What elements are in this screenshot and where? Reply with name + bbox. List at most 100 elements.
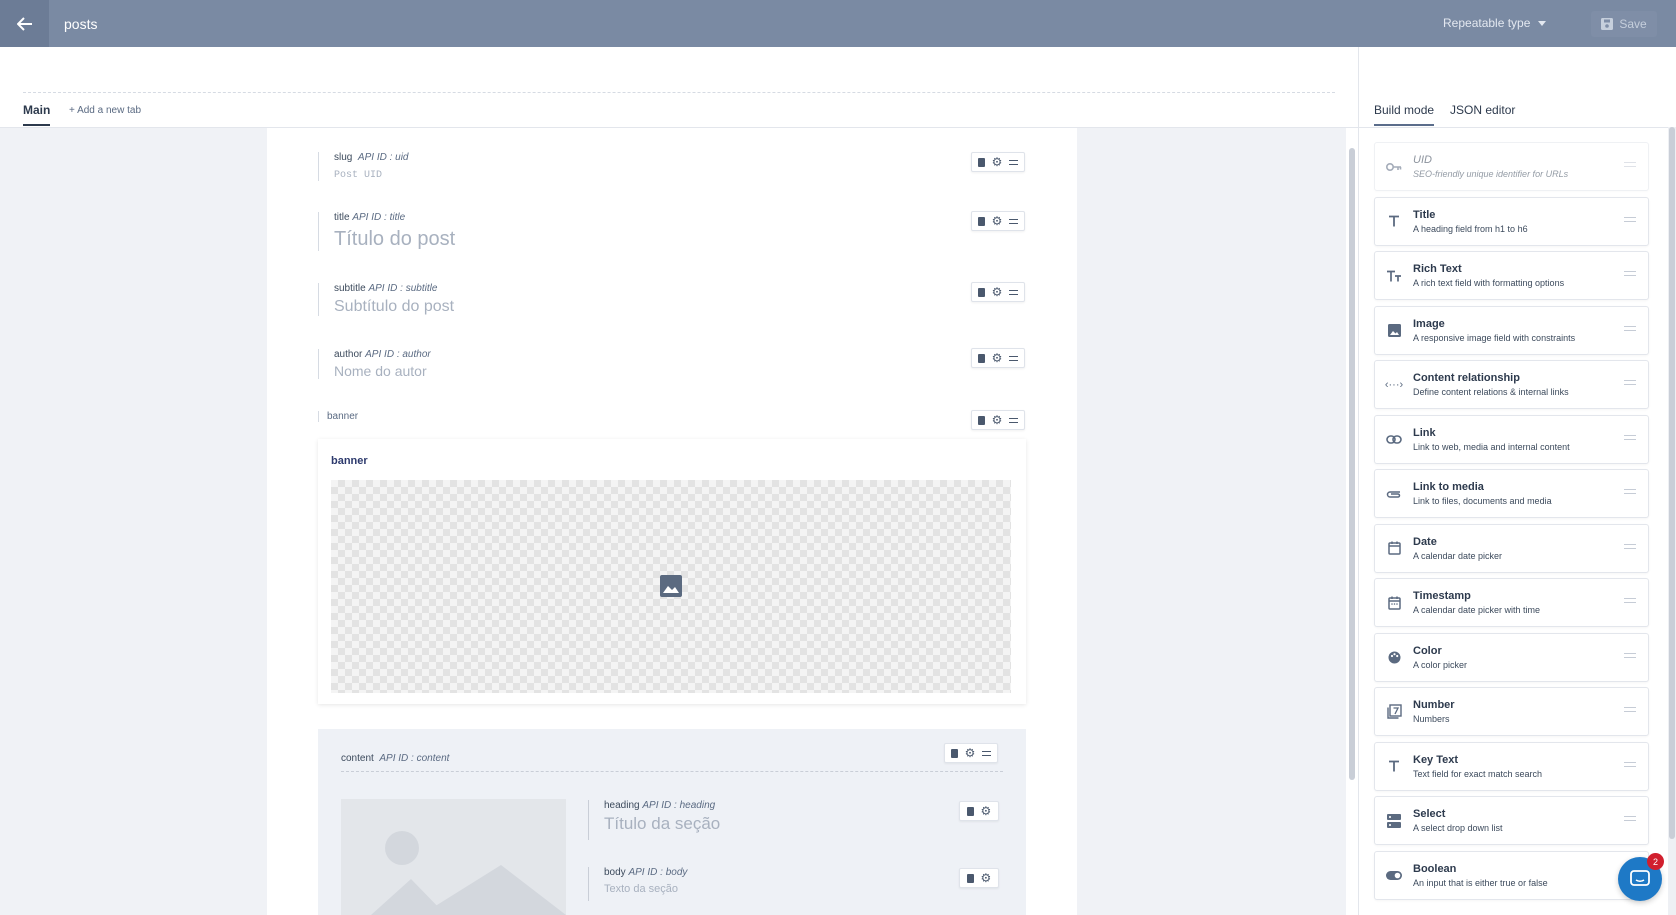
image-placeholder[interactable] bbox=[331, 480, 1011, 693]
top-bar: posts Repeatable type Save bbox=[0, 0, 1676, 47]
field-actions: ⚙ bbox=[959, 801, 999, 821]
drag-handle-icon[interactable] bbox=[1008, 159, 1018, 165]
library-item-date[interactable]: Date A calendar date picker bbox=[1374, 523, 1649, 573]
field-name: subtitle bbox=[334, 283, 366, 294]
banner-image-field[interactable]: banner bbox=[318, 439, 1026, 704]
type-select[interactable]: Repeatable type bbox=[1443, 16, 1547, 30]
group-label: content API ID : content bbox=[341, 753, 449, 764]
save-label: Save bbox=[1619, 17, 1647, 31]
add-tab-button[interactable]: + Add a new tab bbox=[69, 105, 141, 116]
gear-icon[interactable]: ⚙ bbox=[980, 805, 991, 817]
field-actions: ⚙ bbox=[971, 348, 1025, 368]
item-desc: A color picker bbox=[1413, 659, 1468, 670]
panel-scroll-thumb[interactable] bbox=[1669, 127, 1675, 839]
trash-icon[interactable] bbox=[966, 806, 974, 816]
library-item-number[interactable]: Number Numbers bbox=[1374, 687, 1649, 736]
library-item-content-relationship[interactable]: ‹···› Content relationship Define content… bbox=[1374, 360, 1649, 409]
library-item-color[interactable]: Color A color picker bbox=[1374, 632, 1649, 682]
gear-icon[interactable]: ⚙ bbox=[992, 156, 1003, 168]
drag-handle-icon[interactable] bbox=[1008, 289, 1018, 295]
gear-icon[interactable]: ⚙ bbox=[992, 215, 1003, 227]
drag-handle-icon[interactable] bbox=[1624, 707, 1636, 712]
add-tab-label: Add a new tab bbox=[77, 105, 142, 116]
image-placeholder-icon bbox=[371, 831, 566, 915]
field-placeholder: Nome do autor bbox=[334, 363, 427, 379]
library-item-select[interactable]: Select A select drop down list bbox=[1374, 796, 1649, 845]
trash-icon[interactable] bbox=[978, 157, 986, 167]
drag-handle-icon[interactable] bbox=[1008, 417, 1018, 423]
canvas-scrollbar[interactable] bbox=[1346, 128, 1358, 915]
field-slug[interactable]: slug API ID : uid Post UID bbox=[318, 152, 409, 181]
gear-icon[interactable]: ⚙ bbox=[980, 872, 991, 884]
tab-build-mode[interactable]: Build mode bbox=[1374, 103, 1435, 126]
item-name: Date bbox=[1413, 535, 1437, 548]
back-button[interactable] bbox=[0, 0, 49, 47]
item-desc: A select drop down list bbox=[1413, 823, 1503, 833]
item-desc: A calendar date picker bbox=[1413, 550, 1503, 561]
drag-handle-icon[interactable] bbox=[981, 750, 991, 756]
panel-scrollbar[interactable] bbox=[1668, 127, 1676, 915]
chat-icon bbox=[1630, 870, 1650, 886]
drag-handle-icon[interactable] bbox=[1624, 216, 1636, 222]
trash-icon[interactable] bbox=[978, 415, 986, 425]
rich-text-icon bbox=[1375, 270, 1413, 282]
field-subtitle[interactable]: subtitle API ID : subtitle Subtítulo do … bbox=[318, 283, 454, 316]
item-name: Key Text bbox=[1413, 753, 1459, 766]
caret-down-icon bbox=[1538, 20, 1547, 26]
field-name: heading bbox=[604, 800, 640, 811]
item-desc: An input that is either true or false bbox=[1413, 877, 1548, 888]
tab-json-editor[interactable]: JSON editor bbox=[1450, 103, 1515, 126]
drag-handle-icon[interactable] bbox=[1624, 816, 1636, 821]
library-item-rich-text[interactable]: Rich Text A rich text field with formatti… bbox=[1374, 251, 1649, 300]
field-name: body bbox=[604, 867, 626, 878]
divider bbox=[341, 771, 1003, 772]
field-api-id: API ID : title bbox=[352, 212, 406, 223]
library-item-link[interactable]: Link Link to web, media and internal cont… bbox=[1374, 414, 1649, 464]
gear-icon[interactable]: ⚙ bbox=[992, 286, 1003, 298]
trash-icon[interactable] bbox=[966, 873, 974, 883]
library-item-key-text[interactable]: Key Text Text field for exact match searc… bbox=[1374, 741, 1649, 791]
image-icon bbox=[660, 575, 682, 597]
field-api-id: API ID : subtitle bbox=[368, 283, 438, 294]
drag-handle-icon[interactable] bbox=[1624, 434, 1636, 440]
field-author[interactable]: author API ID : author Nome do autor bbox=[318, 349, 431, 379]
drag-handle-icon[interactable] bbox=[1008, 355, 1018, 361]
gear-icon[interactable]: ⚙ bbox=[965, 747, 976, 759]
field-banner[interactable]: banner bbox=[318, 411, 358, 422]
group-content[interactable]: content API ID : content ⚙ heading API I… bbox=[318, 729, 1026, 915]
library-item-image[interactable]: Image A responsive image field with const… bbox=[1374, 305, 1649, 355]
builder-canvas: slug API ID : uid Post UID ⚙ title API I… bbox=[267, 128, 1077, 915]
field-api-id: API ID : author bbox=[365, 349, 431, 360]
gear-icon[interactable]: ⚙ bbox=[992, 352, 1003, 364]
trash-icon[interactable] bbox=[978, 287, 986, 297]
drag-handle-icon[interactable] bbox=[1624, 162, 1636, 167]
drag-handle-icon[interactable] bbox=[1624, 380, 1636, 385]
select-icon bbox=[1375, 813, 1413, 828]
trash-icon[interactable] bbox=[978, 216, 986, 226]
item-desc: SEO-friendly unique identifier for URLs bbox=[1413, 169, 1569, 179]
drag-handle-icon[interactable] bbox=[1624, 325, 1636, 331]
field-body[interactable]: body API ID : body Texto da seção bbox=[588, 867, 687, 901]
item-desc: Link to web, media and internal content bbox=[1413, 441, 1570, 452]
drag-handle-icon[interactable] bbox=[1624, 271, 1636, 276]
gear-icon[interactable]: ⚙ bbox=[992, 414, 1003, 426]
save-button[interactable]: Save bbox=[1591, 11, 1657, 37]
drag-handle-icon[interactable] bbox=[1008, 218, 1018, 224]
drag-handle-icon[interactable] bbox=[1624, 652, 1636, 658]
library-item-title[interactable]: Title A heading field from h1 to h6 bbox=[1374, 196, 1649, 246]
group-name: content bbox=[341, 753, 374, 764]
field-heading[interactable]: heading API ID : heading Título da seção bbox=[588, 800, 720, 840]
tab-main[interactable]: Main bbox=[23, 103, 51, 126]
drag-handle-icon[interactable] bbox=[1624, 761, 1636, 767]
drag-handle-icon[interactable] bbox=[1624, 489, 1636, 494]
library-item-boolean[interactable]: Boolean An input that is either true or f… bbox=[1374, 850, 1649, 900]
library-item-timestamp[interactable]: Timestamp A calendar date picker with tim… bbox=[1374, 578, 1649, 627]
library-item-link-to-media[interactable]: Link to media Link to files, documents an… bbox=[1374, 469, 1649, 518]
field-title[interactable]: title API ID : title Título do post bbox=[318, 212, 455, 251]
trash-icon[interactable] bbox=[951, 748, 959, 758]
canvas-scroll-thumb[interactable] bbox=[1349, 148, 1355, 780]
trash-icon[interactable] bbox=[978, 353, 986, 363]
library-item-uid[interactable]: UID SEO-friendly unique identifier for UR… bbox=[1374, 142, 1649, 191]
drag-handle-icon[interactable] bbox=[1624, 543, 1636, 549]
drag-handle-icon[interactable] bbox=[1624, 598, 1636, 603]
